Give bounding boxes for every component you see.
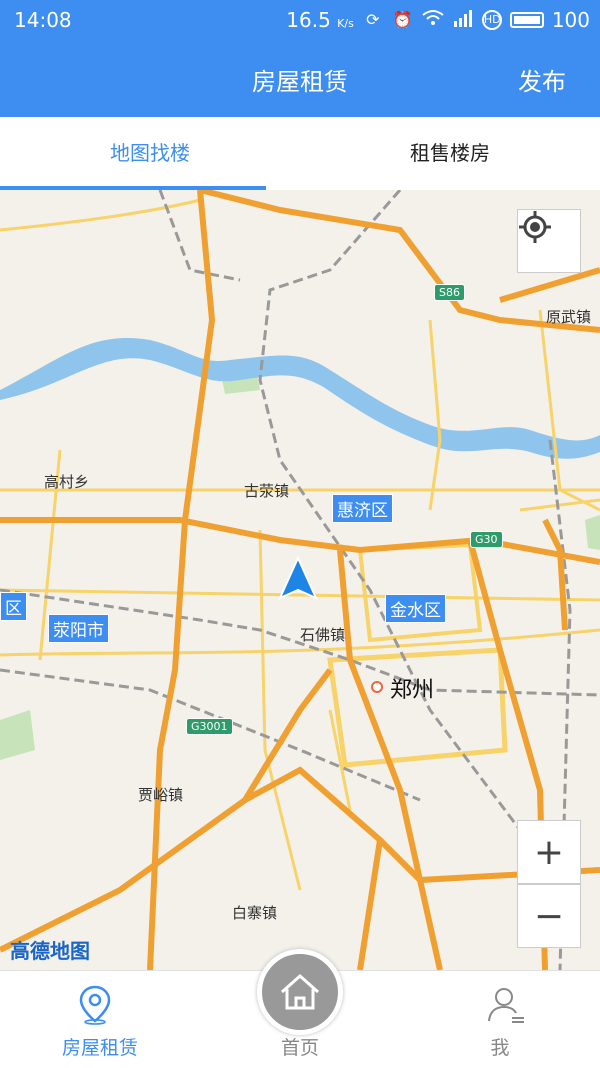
home-button[interactable]: [257, 949, 343, 1035]
district-label: 荥阳市: [48, 614, 109, 643]
locate-button[interactable]: [517, 209, 581, 273]
map-provider-logo: 高德地图: [10, 939, 90, 963]
zoom-in-button[interactable]: +: [517, 820, 581, 884]
4g-signal-icon: [452, 9, 474, 31]
network-speed: 16.5 K/s: [286, 8, 354, 32]
place-label-city: 郑州: [390, 678, 435, 703]
nav-label: 我: [490, 1037, 510, 1059]
district-label: 区: [0, 592, 27, 621]
tab-bar: 地图找楼 租售楼房: [0, 117, 600, 191]
alarm-icon: ⏰: [392, 10, 413, 29]
tab-map-find[interactable]: 地图找楼: [0, 117, 300, 190]
tab-rent-sale[interactable]: 租售楼房: [300, 117, 600, 190]
road-tag: G30: [470, 531, 503, 548]
place-label: 高村乡: [44, 473, 90, 491]
status-time: 14:08: [14, 8, 72, 32]
hd-icon: HD: [481, 10, 502, 30]
map-view[interactable]: 高村乡 古荥镇 石佛镇 郑州 贾峪镇 白寨镇 原武镇 惠济区 金水区 荥阳市 区…: [0, 190, 600, 970]
user-icon: [488, 988, 524, 1023]
current-location-arrow-icon: [278, 556, 318, 600]
battery-icon: [509, 12, 544, 28]
place-label: 古荥镇: [244, 482, 290, 500]
location-pin-icon: [79, 985, 111, 1025]
city-marker: [371, 681, 383, 693]
page-title: 房屋租赁: [252, 68, 348, 96]
home-icon: [281, 973, 319, 1010]
app-bar: 房屋租赁 发布: [0, 40, 600, 117]
locate-icon: [519, 211, 551, 243]
place-label: 贾峪镇: [138, 786, 184, 804]
publish-button[interactable]: 发布: [518, 62, 566, 97]
data-speed-icon: ⟳: [366, 10, 380, 29]
nav-label: 首页: [280, 1037, 319, 1059]
battery-level: 100: [551, 8, 590, 32]
status-icons: 16.5 K/s ⟳ ⏰ HD 100: [286, 8, 590, 32]
road-tag: G3001: [186, 718, 233, 735]
wifi-icon: [422, 9, 444, 31]
place-label: 白寨镇: [232, 904, 278, 922]
road-tag: S86: [434, 284, 465, 301]
place-label: 原武镇: [546, 308, 592, 326]
nav-item-me[interactable]: 我: [400, 971, 600, 1068]
nav-label: 房屋租赁: [61, 1037, 138, 1059]
zoom-out-button[interactable]: −: [517, 884, 581, 948]
district-label: 金水区: [385, 594, 446, 623]
district-label: 惠济区: [332, 494, 393, 523]
place-label: 石佛镇: [300, 626, 346, 644]
nav-item-rent[interactable]: 房屋租赁: [0, 971, 200, 1068]
status-bar: 14:08 16.5 K/s ⟳ ⏰ HD 100: [0, 0, 600, 40]
